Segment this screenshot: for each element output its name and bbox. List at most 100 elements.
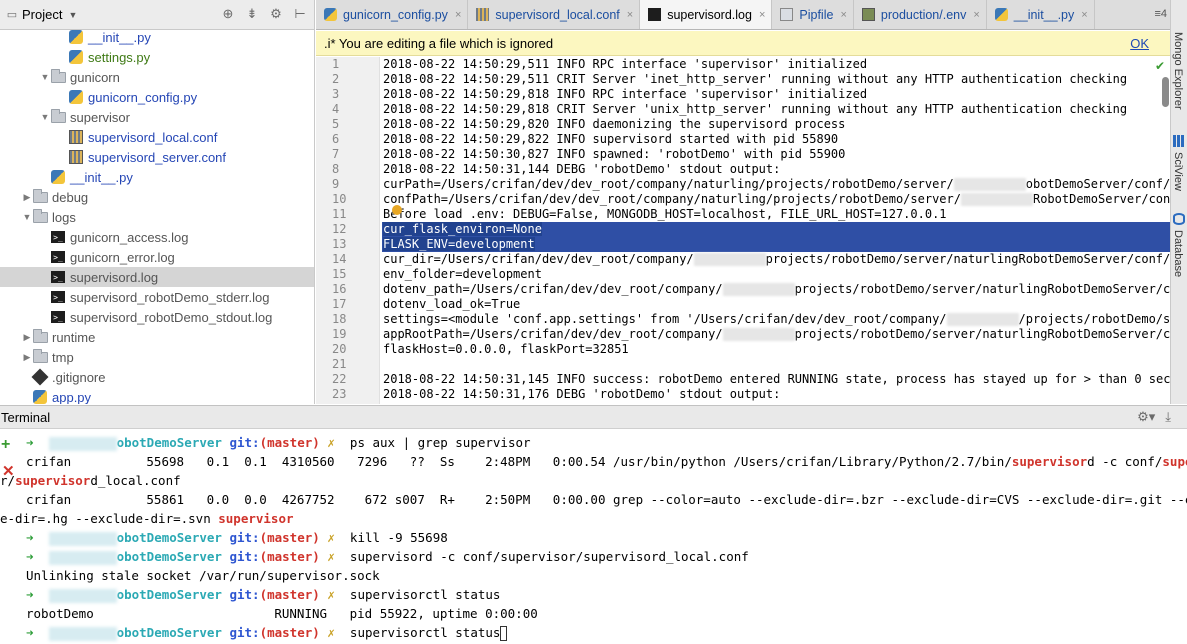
- terminal-output[interactable]: ➜ obotDemoServer git:(master) ✗ ps aux |…: [0, 433, 1187, 642]
- editor-scrollbar[interactable]: [1162, 77, 1169, 107]
- code-line[interactable]: env_folder=development: [382, 267, 1171, 282]
- editor-tab[interactable]: supervisord.log ×: [640, 0, 773, 29]
- close-icon[interactable]: ×: [627, 9, 633, 21]
- close-icon[interactable]: ×: [455, 9, 461, 21]
- sciview-tab[interactable]: SciView: [1172, 152, 1184, 191]
- tree-item[interactable]: ▶ runtime: [0, 327, 314, 347]
- project-title[interactable]: Project: [22, 7, 62, 22]
- tree-item-label: tmp: [52, 349, 74, 365]
- grep-match: superviso: [1162, 454, 1187, 469]
- tree-item[interactable]: supervisord_server.conf: [0, 147, 314, 167]
- project-view-icon: ▭: [6, 9, 18, 21]
- collapsed-arrow-icon[interactable]: ▶: [22, 192, 32, 203]
- database-tab[interactable]: Database: [1172, 230, 1184, 277]
- line-number: 7: [332, 147, 340, 161]
- terminal-text: Unlinking stale socket /var/run/supervis…: [26, 568, 380, 583]
- line-number: 6: [332, 132, 340, 146]
- prompt-dirty-mark: ✗: [327, 587, 335, 602]
- code-line[interactable]: settings=<module 'conf.app.settings' fro…: [382, 312, 1171, 327]
- editor-tab[interactable]: production/.env ×: [854, 0, 987, 29]
- expanded-arrow-icon[interactable]: ▼: [22, 212, 32, 222]
- expanded-arrow-icon[interactable]: ▼: [40, 72, 50, 82]
- code-line[interactable]: 2018-08-22 14:50:29,511 INFO RPC interfa…: [382, 57, 1171, 72]
- editor-tab[interactable]: supervisord_local.conf ×: [468, 0, 641, 29]
- tree-item[interactable]: .gitignore: [0, 367, 314, 387]
- editor-tab[interactable]: gunicorn_config.py ×: [316, 0, 469, 29]
- terminal-cursor: [500, 626, 508, 641]
- tree-item[interactable]: >_ gunicorn_error.log: [0, 247, 314, 267]
- tree-item[interactable]: ▼ supervisor: [0, 107, 314, 127]
- terminal-title[interactable]: Terminal: [1, 410, 50, 425]
- tree-item[interactable]: >_ supervisord_robotDemo_stdout.log: [0, 307, 314, 327]
- code-line[interactable]: flaskHost=0.0.0.0, flaskPort=32851: [382, 342, 1171, 357]
- new-session-icon[interactable]: +: [1, 436, 10, 454]
- tree-item[interactable]: ▼ gunicorn: [0, 67, 314, 87]
- code-line[interactable]: 2018-08-22 14:50:30,827 INFO spawned: 'r…: [382, 147, 1171, 162]
- code-line[interactable]: confPath=/Users/crifan/dev/dev_root/comp…: [382, 192, 1171, 207]
- tree-item[interactable]: ▼ logs: [0, 207, 314, 227]
- tree-item[interactable]: settings.py: [0, 47, 314, 67]
- editor-tab[interactable]: Pipfile ×: [772, 0, 854, 29]
- editor-tab[interactable]: __init__.py ×: [987, 0, 1095, 29]
- code-line[interactable]: cur_dir=/Users/crifan/dev/dev_root/compa…: [382, 252, 1171, 267]
- tree-item[interactable]: ▶ tmp: [0, 347, 314, 367]
- code-line[interactable]: cur_flask_environ=None: [382, 222, 1171, 237]
- gear-icon[interactable]: ⚙▾: [1137, 409, 1155, 425]
- project-header: ▭ Project ▼ ⊕ ⇟ ⚙ ⊢: [0, 0, 314, 30]
- code-line[interactable]: 2018-08-22 14:50:31,144 DEBG 'robotDemo'…: [382, 162, 1171, 177]
- code-line[interactable]: dotenv_load_ok=True: [382, 297, 1171, 312]
- code-line[interactable]: 2018-08-22 14:50:29,820 INFO daemonizing…: [382, 117, 1171, 132]
- prompt-arrow-icon: ➜: [26, 549, 49, 564]
- collapsed-arrow-icon[interactable]: ▶: [22, 352, 32, 363]
- code-text: 2018-08-22 14:50:29,820 INFO daemonizing…: [383, 117, 846, 131]
- prompt-host: obotDemoServer: [116, 549, 222, 564]
- locate-icon[interactable]: ⊕: [220, 6, 236, 22]
- code-line[interactable]: 2018-08-22 14:50:31,145 INFO success: ro…: [382, 372, 1171, 387]
- code-line[interactable]: [382, 357, 1171, 372]
- line-number: 11: [332, 207, 347, 221]
- line-number: 8: [332, 162, 340, 176]
- tab-overflow-button[interactable]: ≡4: [1154, 8, 1167, 20]
- tree-item[interactable]: gunicorn_config.py: [0, 87, 314, 107]
- code-line[interactable]: 2018-08-22 14:50:29,818 CRIT Server 'uni…: [382, 102, 1171, 117]
- collapse-all-icon[interactable]: ⇟: [244, 6, 260, 22]
- redacted-region: [722, 283, 795, 296]
- close-icon[interactable]: ×: [1081, 9, 1087, 21]
- intention-bulb-icon[interactable]: [392, 205, 402, 215]
- code-area[interactable]: 1 2 3 4 5 6 7 8 9 10 11 12 13 14 15 16 17 18 19 20 21 22 23 20…: [316, 57, 1171, 404]
- tree-item[interactable]: ▶ debug: [0, 187, 314, 207]
- code-line[interactable]: curPath=/Users/crifan/dev/dev_root/compa…: [382, 177, 1171, 192]
- code-line[interactable]: 2018-08-22 14:50:29,818 INFO RPC interfa…: [382, 87, 1171, 102]
- code-line[interactable]: Before load .env: DEBUG=False, MONGODB_H…: [382, 207, 1171, 222]
- close-icon[interactable]: ×: [759, 9, 765, 21]
- close-icon[interactable]: ×: [973, 9, 979, 21]
- tree-item[interactable]: >_ supervisord.log: [0, 267, 314, 287]
- tree-item[interactable]: >_ supervisord_robotDemo_stderr.log: [0, 287, 314, 307]
- tree-item[interactable]: app.py: [0, 387, 314, 404]
- minimize-icon[interactable]: ⤓: [1165, 409, 1171, 425]
- line-number: 1: [332, 57, 340, 71]
- close-icon[interactable]: ×: [840, 9, 846, 21]
- code-line[interactable]: appRootPath=/Users/crifan/dev/dev_root/c…: [382, 327, 1171, 342]
- python-file-icon: [32, 390, 48, 404]
- code-lines[interactable]: 2018-08-22 14:50:29,511 INFO RPC interfa…: [382, 57, 1171, 402]
- code-text: dotenv_path=/Users/crifan/dev/dev_root/c…: [383, 282, 723, 296]
- mongo-explorer-tab[interactable]: Mongo Explorer: [1172, 32, 1184, 110]
- banner-ok-link[interactable]: OK: [1130, 36, 1149, 51]
- code-line[interactable]: 2018-08-22 14:50:29,822 INFO supervisord…: [382, 132, 1171, 147]
- tree-item[interactable]: >_ gunicorn_access.log: [0, 227, 314, 247]
- chevron-down-icon[interactable]: ▼: [68, 10, 77, 20]
- code-line[interactable]: 2018-08-22 14:50:31,176 DEBG 'robotDemo'…: [382, 387, 1171, 402]
- tree-item[interactable]: __init__.py: [0, 27, 314, 47]
- python-file-icon: [324, 8, 337, 21]
- code-line[interactable]: FLASK_ENV=development: [382, 237, 1171, 252]
- tree-item[interactable]: supervisord_local.conf: [0, 127, 314, 147]
- code-line[interactable]: 2018-08-22 14:50:29,511 CRIT Server 'ine…: [382, 72, 1171, 87]
- tree-item-label: app.py: [52, 389, 92, 405]
- hide-panel-icon[interactable]: ⊢: [292, 6, 308, 22]
- code-line[interactable]: dotenv_path=/Users/crifan/dev/dev_root/c…: [382, 282, 1171, 297]
- expanded-arrow-icon[interactable]: ▼: [40, 112, 50, 122]
- collapsed-arrow-icon[interactable]: ▶: [22, 332, 32, 343]
- gear-icon[interactable]: ⚙: [268, 6, 284, 22]
- tree-item[interactable]: __init__.py: [0, 167, 314, 187]
